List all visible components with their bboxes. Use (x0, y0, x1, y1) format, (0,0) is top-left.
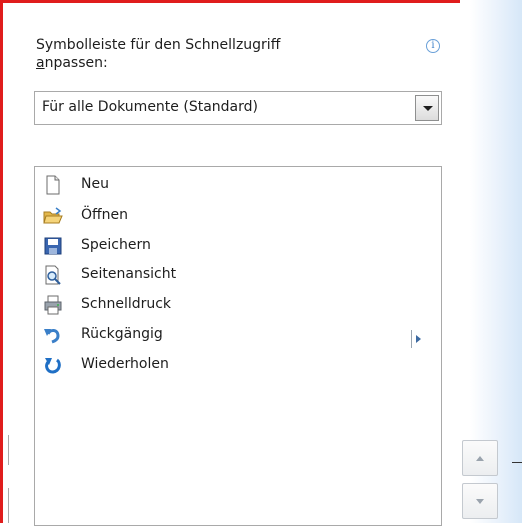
quick-access-label-line1: Symbolleiste für den Schnellzugriff (36, 37, 281, 53)
open-folder-icon (43, 207, 63, 224)
list-item-rueckgaengig[interactable]: Rückgängig (43, 323, 403, 347)
submenu-separator (411, 330, 412, 348)
quick-print-icon (44, 295, 62, 315)
list-item-label: Schnelldruck (81, 296, 172, 312)
highlight-border-top (0, 0, 460, 3)
scope-dropdown[interactable]: Für alle Dokumente (Standard) (34, 91, 442, 125)
move-up-button[interactable] (462, 440, 498, 476)
chevron-right-icon (416, 335, 421, 343)
list-item-label: Wiederholen (81, 356, 169, 372)
list-item-label: Öffnen (81, 207, 129, 223)
list-item-label: Seitenansicht (81, 266, 177, 282)
list-item-oeffnen[interactable]: Öffnen (43, 204, 403, 228)
submenu-arrow-icon[interactable] (411, 330, 425, 348)
quick-access-label-line2: npassen: (44, 55, 108, 71)
list-item-neu[interactable]: Neu (43, 173, 403, 197)
list-item-label: Neu (81, 176, 109, 192)
chevron-down-icon[interactable] (415, 95, 439, 121)
callout-line (512, 462, 522, 463)
print-preview-icon (45, 265, 61, 285)
save-disk-icon (44, 237, 62, 255)
quick-access-label: Symbolleiste für den Schnellzugriff anpa… (36, 36, 366, 72)
customize-panel: Symbolleiste für den Schnellzugriff anpa… (0, 0, 522, 526)
list-item-label: Rückgängig (81, 326, 163, 342)
left-edge-line (8, 435, 9, 465)
highlight-border-left (0, 0, 3, 523)
accelerator-letter: a (36, 55, 45, 71)
scope-dropdown-value: Für alle Dokumente (Standard) (42, 99, 258, 115)
chevron-up-icon (476, 456, 484, 461)
move-down-button[interactable] (462, 483, 498, 519)
info-icon[interactable]: i (426, 39, 440, 53)
undo-icon (44, 329, 60, 344)
list-item-wiederholen[interactable]: Wiederholen (43, 353, 403, 377)
list-item-label: Speichern (81, 237, 151, 253)
list-item-seitenansicht[interactable]: Seitenansicht (43, 263, 403, 287)
quick-access-command-list[interactable]: Neu Öffnen Speichern Seitenansicht Schne… (34, 166, 442, 526)
redo-icon (45, 358, 61, 374)
list-item-speichern[interactable]: Speichern (43, 234, 403, 258)
new-document-icon (46, 175, 60, 195)
list-item-schnelldruck[interactable]: Schnelldruck (43, 293, 403, 317)
chevron-down-icon (476, 499, 484, 504)
left-edge-line-lower (8, 488, 9, 523)
